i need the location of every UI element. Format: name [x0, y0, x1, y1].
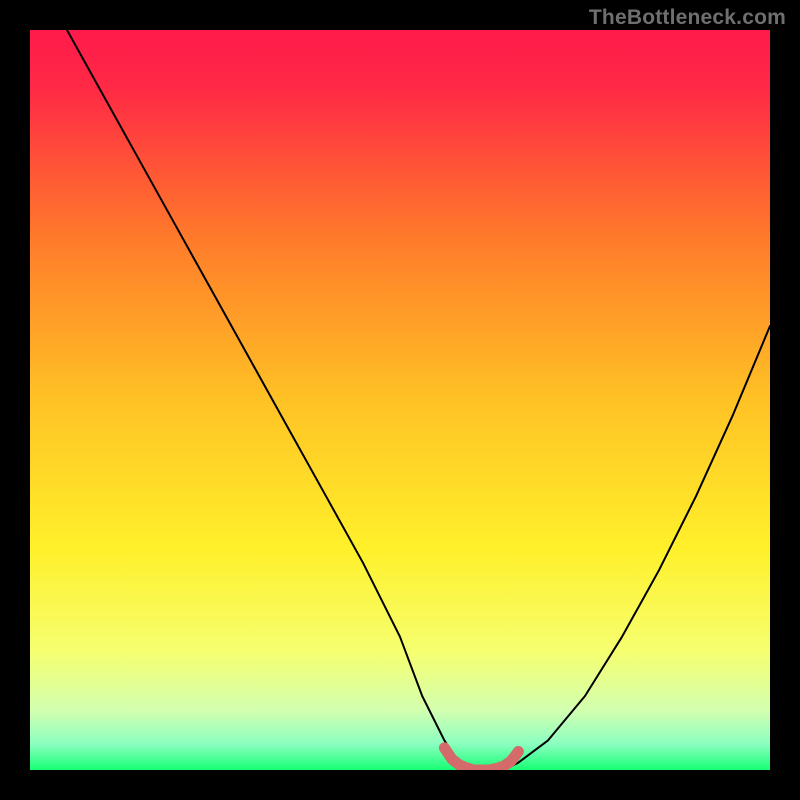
plot-area [30, 30, 770, 770]
watermark-text: TheBottleneck.com [589, 6, 786, 30]
chart-frame: TheBottleneck.com [0, 0, 800, 800]
curve-layer [30, 30, 770, 770]
optimal-range-path [444, 748, 518, 770]
bottleneck-curve-path [67, 30, 770, 770]
